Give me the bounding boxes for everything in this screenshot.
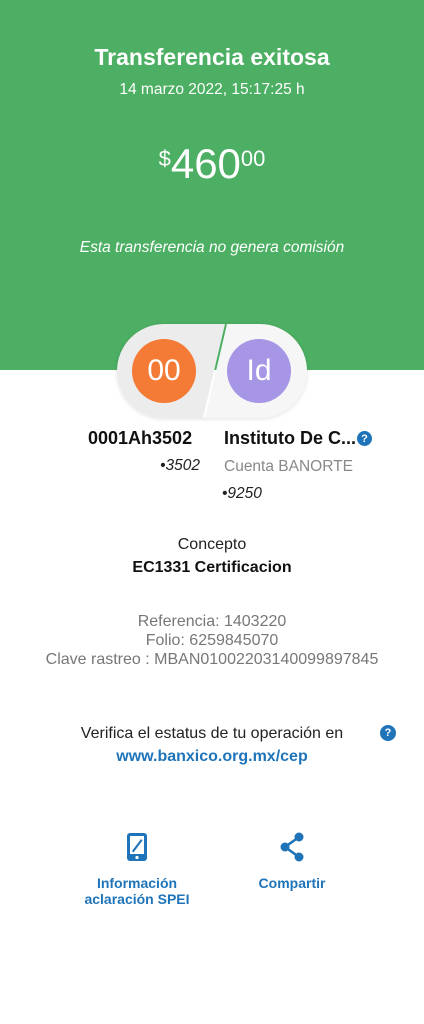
spei-info-label-2: aclaración SPEI [84, 891, 190, 907]
references-block: Referencia: 1403220 Folio: 6259845070 Cl… [0, 612, 424, 669]
folio-number: Folio: 6259845070 [145, 632, 279, 649]
phone-icon [127, 833, 147, 861]
destination-bank: Cuenta BANORTE [224, 458, 353, 475]
share-button[interactable]: Compartir [242, 832, 342, 891]
concept-value: EC1331 Certificacion [132, 559, 292, 576]
amount-decimals: 00 [240, 146, 266, 171]
concept-label: Concepto [177, 536, 247, 553]
share-label: Compartir [258, 875, 326, 891]
destination-avatar: Id [227, 339, 291, 403]
fee-note: Esta transferencia no genera comisión [79, 239, 345, 256]
destination-account: Instituto De C... ? [224, 428, 372, 449]
spei-info-label-1: Información [96, 875, 178, 891]
origin-account-number: •3502 [160, 457, 200, 474]
amount-integer: 460 [170, 140, 241, 187]
transfer-amount: $46000 [0, 140, 424, 188]
destination-account-number: •9250 [222, 485, 262, 502]
amount-currency: $ [158, 146, 171, 171]
page-title: Transferencia exitosa [94, 44, 330, 70]
origin-avatar: 00 [132, 339, 196, 403]
destination-account-name: Instituto De C... [224, 428, 356, 448]
spei-info-button[interactable]: Información aclaración SPEI [77, 832, 197, 907]
transfer-datetime: 14 marzo 2022, 15:17:25 h [119, 81, 305, 98]
share-icon [280, 832, 304, 862]
header-banner: Transferencia exitosa 14 marzo 2022, 15:… [0, 0, 424, 370]
reference-number: Referencia: 1403220 [137, 613, 287, 630]
verify-help-icon[interactable]: ? [380, 725, 396, 741]
destination-help-icon[interactable]: ? [357, 431, 372, 446]
accounts-pill: 00 Id [117, 324, 307, 418]
verify-text: Verifica el estatus de tu operación en [80, 725, 344, 742]
origin-account-name: 0001Ah3502 [88, 428, 193, 448]
banxico-link[interactable]: www.banxico.org.mx/cep [0, 748, 424, 766]
tracking-key: Clave rastreo : MBAN01002203140099897845 [45, 651, 379, 668]
